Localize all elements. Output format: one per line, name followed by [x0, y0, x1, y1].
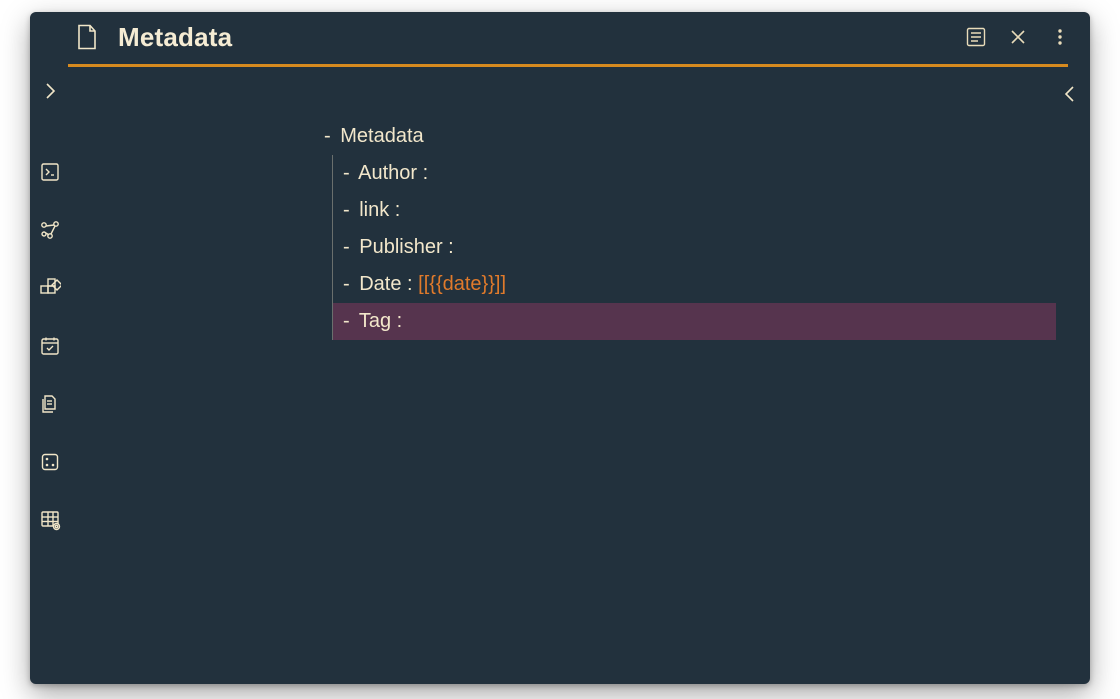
editor-content[interactable]: - Metadata - Author :- link :- Publisher… — [74, 76, 1056, 674]
documents-icon[interactable] — [36, 390, 64, 418]
outline-root-label: Metadata — [340, 125, 423, 147]
outline-item[interactable]: - Date : [[{{date}}]] — [333, 266, 1056, 303]
outline-root-row[interactable]: - Metadata — [314, 118, 1056, 155]
outline-item-link-value[interactable]: [[{{date}}]] — [418, 273, 506, 295]
journal-icon[interactable] — [36, 158, 64, 186]
graph-icon[interactable] — [36, 216, 64, 244]
outline-item-label: link : — [359, 199, 400, 221]
page-title: Metadata — [118, 22, 232, 53]
close-icon[interactable] — [1000, 19, 1036, 55]
title-bar: Metadata — [30, 12, 1090, 62]
outline-item-label: Date : — [359, 273, 412, 295]
outline-children: - Author :- link :- Publisher :- Date : … — [332, 155, 1056, 340]
outline-item-label: Author : — [358, 162, 428, 184]
bullet-dash: - — [343, 273, 350, 295]
document-icon — [76, 24, 98, 50]
dice-icon[interactable] — [36, 448, 64, 476]
outline-item-label: Publisher : — [359, 236, 454, 258]
outline-item[interactable]: - Publisher : — [333, 229, 1056, 266]
left-activity-bar — [30, 70, 70, 684]
outline-item[interactable]: - link : — [333, 192, 1056, 229]
bullet-dash: - — [343, 199, 350, 221]
document-view-icon[interactable] — [958, 19, 994, 55]
outline-item[interactable]: - Tag : — [333, 303, 1056, 340]
calendar-check-icon[interactable] — [36, 332, 64, 360]
bullet-dash: - — [343, 162, 350, 184]
accent-divider — [68, 64, 1068, 67]
app-window: Metadata — [30, 12, 1090, 684]
outline-item-label: Tag : — [359, 310, 402, 332]
outline-root: - Metadata - Author :- link :- Publisher… — [314, 118, 1056, 340]
bullet-dash: - — [324, 125, 331, 147]
table-settings-icon[interactable] — [36, 506, 64, 534]
right-collapse-bar — [1050, 70, 1090, 130]
expand-left-icon[interactable] — [36, 80, 64, 102]
more-menu-icon[interactable] — [1042, 19, 1078, 55]
expand-right-icon[interactable] — [1056, 80, 1084, 108]
bullet-dash: - — [343, 310, 350, 332]
plugins-icon[interactable] — [36, 274, 64, 302]
outline-item[interactable]: - Author : — [333, 155, 1056, 192]
bullet-dash: - — [343, 236, 350, 258]
